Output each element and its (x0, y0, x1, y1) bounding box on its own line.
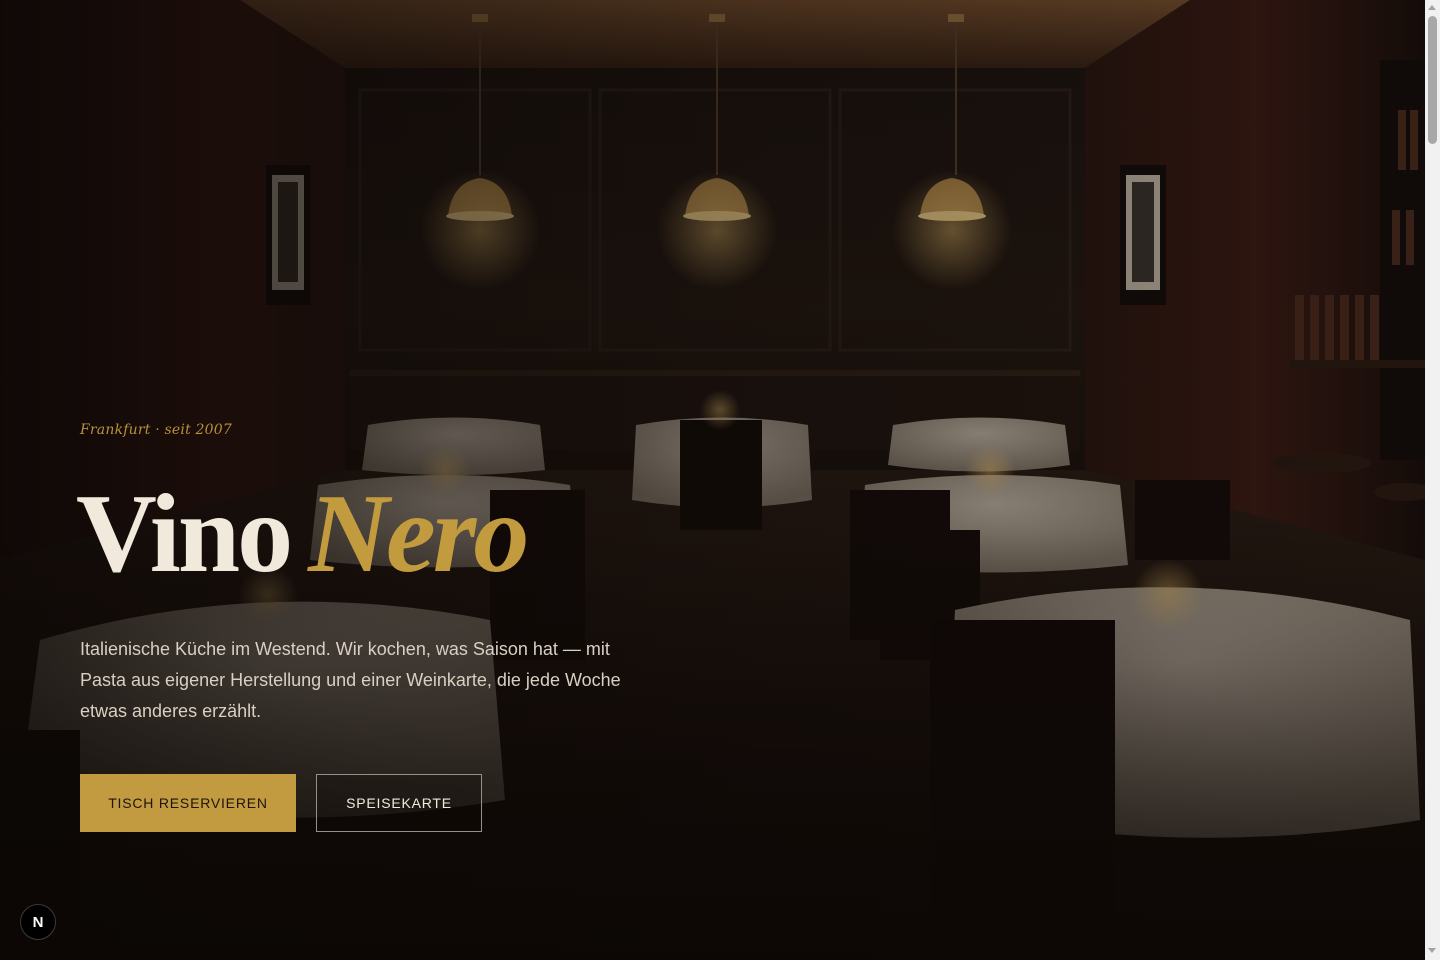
arrow-down-icon[interactable] (1428, 948, 1436, 953)
hero-title-accent: Nero (308, 472, 529, 596)
dev-badge-label: N (32, 913, 44, 931)
reserve-table-button[interactable]: TISCH RESERVIEREN (80, 774, 296, 832)
vertical-scrollbar[interactable] (1425, 0, 1440, 960)
hero-lead-text: Italienische Küche im Westend. Wir koche… (80, 639, 621, 721)
scrollbar-thumb[interactable] (1428, 16, 1437, 144)
arrow-up-icon[interactable] (1428, 5, 1436, 10)
menu-button[interactable]: SPEISEKARTE (316, 774, 482, 832)
hero-title-main: Vino (76, 472, 293, 596)
hero-title: Vino Nero (76, 478, 529, 590)
hero-eyebrow: Frankfurt · seit 2007 (80, 422, 232, 438)
nextjs-logo-icon[interactable]: N (20, 904, 56, 940)
